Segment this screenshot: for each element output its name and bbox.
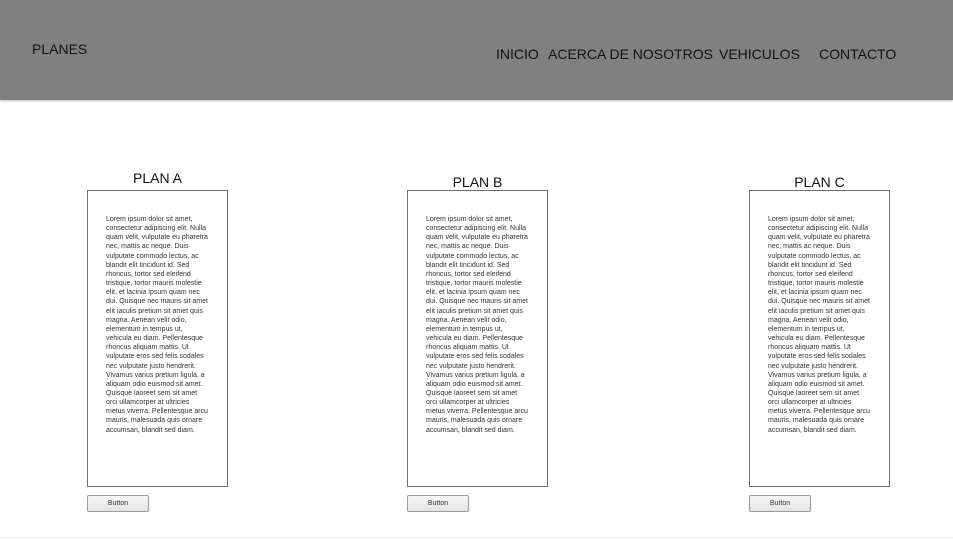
- plan-c-title: PLAN C: [794, 174, 845, 190]
- plan-b-description: Lorem ipsum dolor sit amet, consectetur …: [426, 216, 528, 434]
- plan-c-description: Lorem ipsum dolor sit amet, consectetur …: [768, 216, 870, 434]
- plan-a-title: PLAN A: [132, 170, 183, 186]
- nav-link-acerca-de-nosotros[interactable]: ACERCA DE NOSOTROS: [548, 46, 713, 62]
- plan-c-button[interactable]: Button: [749, 495, 811, 512]
- site-header: PLANES INICIO ACERCA DE NOSOTROS VEHICUL…: [0, 0, 953, 100]
- plan-c-card: Lorem ipsum dolor sit amet, consectetur …: [749, 190, 890, 487]
- nav-link-contacto[interactable]: CONTACTO: [819, 46, 896, 62]
- plan-b-button[interactable]: Button: [407, 495, 469, 512]
- plan-a-button[interactable]: Button: [87, 495, 149, 512]
- nav-link-inicio[interactable]: INICIO: [496, 46, 539, 62]
- plan-a-card: Lorem ipsum dolor sit amet, consectetur …: [87, 190, 228, 487]
- site-logo-text[interactable]: PLANES: [32, 41, 87, 57]
- plan-a-description: Lorem ipsum dolor sit amet, consectetur …: [106, 216, 208, 434]
- plan-b-title: PLAN B: [452, 174, 503, 190]
- plan-b-card: Lorem ipsum dolor sit amet, consectetur …: [407, 190, 548, 487]
- nav-link-vehiculos[interactable]: VEHICULOS: [719, 46, 800, 62]
- page-bottom-divider: [0, 537, 953, 538]
